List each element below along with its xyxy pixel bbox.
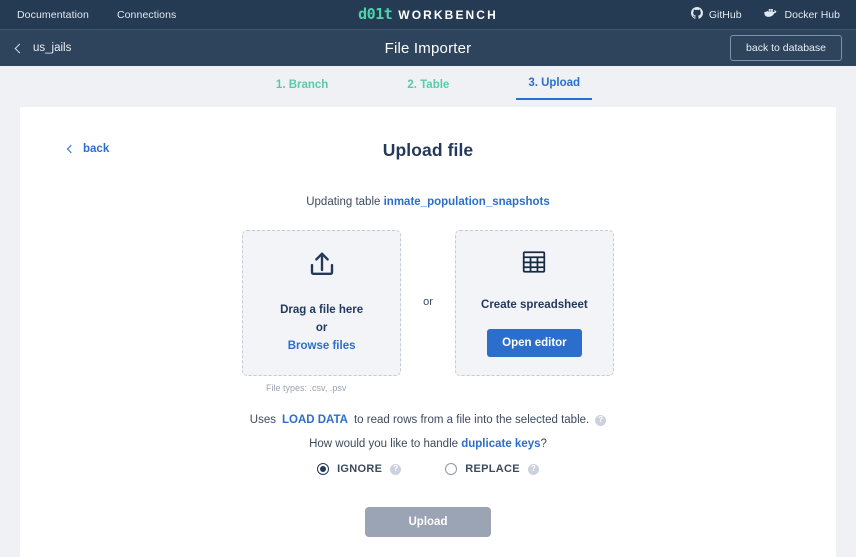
duplicate-prefix: How would you like to handle — [309, 438, 459, 450]
upload-icon — [307, 250, 337, 285]
radio-option-ignore[interactable]: IGNORE ? — [317, 463, 402, 475]
upload-card: back Upload file Updating table inmate_p… — [20, 107, 836, 557]
sub-header-actions: back to database — [730, 35, 856, 61]
updating-table-name[interactable]: inmate_population_snapshots — [384, 196, 550, 208]
step-upload[interactable]: 3. Upload — [516, 77, 593, 100]
file-drop-zone[interactable]: Drag a file here or Browse files — [242, 230, 402, 376]
create-spreadsheet-box[interactable]: Create spreadsheet Open editor — [454, 230, 614, 376]
upload-action-row: Upload — [20, 507, 836, 537]
drop-zone-line-2: or — [315, 322, 328, 335]
updating-prefix: Updating table — [306, 196, 381, 208]
github-link[interactable]: GitHub — [690, 7, 742, 22]
logo-wordmark: WORKBENCH — [398, 8, 498, 22]
sub-header: us_jails File Importer back to database — [0, 29, 856, 66]
load-data-suffix: to read rows from a file into the select… — [353, 414, 590, 426]
top-navigation-bar: Documentation Connections d01t WORKBENCH… — [0, 0, 856, 29]
back-label: back — [83, 143, 110, 155]
create-spreadsheet-title: Create spreadsheet — [481, 298, 588, 311]
chevron-left-icon — [14, 43, 25, 53]
logo-mark: d01t — [358, 5, 393, 23]
github-icon — [690, 7, 703, 22]
load-data-command[interactable]: LOAD DATA — [282, 414, 348, 426]
upload-heading: Upload file — [382, 140, 474, 160]
load-data-info: Uses LOAD DATA to read rows from a file … — [20, 414, 836, 426]
drop-zone-line-1: Drag a file here — [280, 304, 364, 317]
radio-option-replace[interactable]: REPLACE ? — [445, 463, 539, 475]
page-title: File Importer — [384, 39, 472, 57]
load-data-prefix: Uses — [249, 414, 276, 426]
top-nav-links: Documentation Connections — [0, 9, 176, 21]
upload-options: Drag a file here or Browse files or Crea… — [20, 230, 836, 376]
radio-replace-input[interactable] — [445, 463, 458, 475]
docker-icon — [763, 7, 779, 22]
file-importer-page: Documentation Connections d01t WORKBENCH… — [0, 0, 856, 557]
page-title-container: File Importer — [0, 30, 856, 66]
duplicate-suffix: ? — [540, 438, 547, 450]
help-icon[interactable]: ? — [527, 463, 539, 475]
browse-files-link[interactable]: Browse files — [288, 338, 356, 356]
chevron-left-icon — [66, 144, 76, 154]
docker-hub-label: Docker Hub — [784, 8, 840, 21]
importer-steps-bar: 1. Branch 2. Table 3. Upload — [0, 66, 856, 100]
duplicate-keys-question: How would you like to handle duplicate k… — [20, 438, 836, 450]
back-to-database-button[interactable]: back to database — [730, 35, 842, 61]
options-separator: or — [423, 296, 433, 308]
back-link[interactable]: back — [66, 143, 110, 155]
database-name: us_jails — [33, 42, 72, 54]
brand-logo[interactable]: d01t WORKBENCH — [358, 7, 498, 22]
spreadsheet-icon — [521, 249, 547, 280]
radio-ignore-label: IGNORE — [337, 463, 383, 475]
top-nav-external-links: GitHub Docker Hub — [690, 7, 856, 22]
step-table[interactable]: 2. Table — [395, 79, 461, 100]
github-label: GitHub — [708, 8, 742, 21]
docker-hub-link[interactable]: Docker Hub — [763, 7, 840, 22]
file-types-hint: File types: .csv, .psv — [266, 383, 347, 393]
step-branch[interactable]: 1. Branch — [264, 79, 340, 100]
help-icon[interactable]: ? — [595, 414, 607, 426]
help-icon[interactable]: ? — [390, 463, 402, 475]
open-editor-button[interactable]: Open editor — [487, 329, 582, 358]
duplicate-keys-link[interactable]: duplicate keys — [461, 438, 540, 450]
nav-documentation[interactable]: Documentation — [17, 9, 89, 21]
nav-connections[interactable]: Connections — [117, 9, 176, 21]
database-breadcrumb[interactable]: us_jails — [0, 42, 71, 54]
radio-ignore-input[interactable] — [317, 463, 330, 475]
duplicate-handling-radios: IGNORE ? REPLACE ? — [20, 463, 836, 475]
radio-replace-label: REPLACE — [465, 463, 520, 475]
updating-table-text: Updating table inmate_population_snapsho… — [20, 196, 836, 208]
upload-button[interactable]: Upload — [364, 507, 492, 537]
